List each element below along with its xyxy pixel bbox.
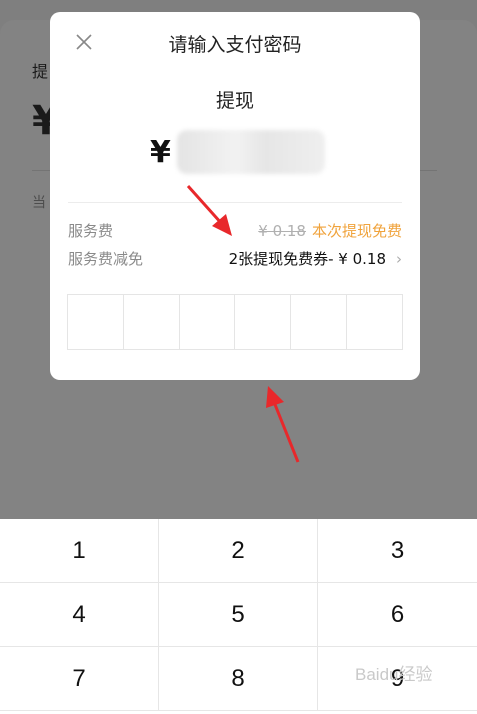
- key-3[interactable]: 3: [318, 519, 477, 583]
- key-6[interactable]: 6: [318, 583, 477, 647]
- key-1[interactable]: 1: [0, 519, 159, 583]
- key-8[interactable]: 8: [159, 647, 318, 711]
- watermark: Baidu经验: [355, 665, 433, 684]
- annotation-arrow-pin: [266, 386, 300, 463]
- key-7[interactable]: 7: [0, 647, 159, 711]
- key-4[interactable]: 4: [0, 583, 159, 647]
- annotation-arrow-fee: [186, 184, 232, 236]
- key-5[interactable]: 5: [159, 583, 318, 647]
- key-2[interactable]: 2: [159, 519, 318, 583]
